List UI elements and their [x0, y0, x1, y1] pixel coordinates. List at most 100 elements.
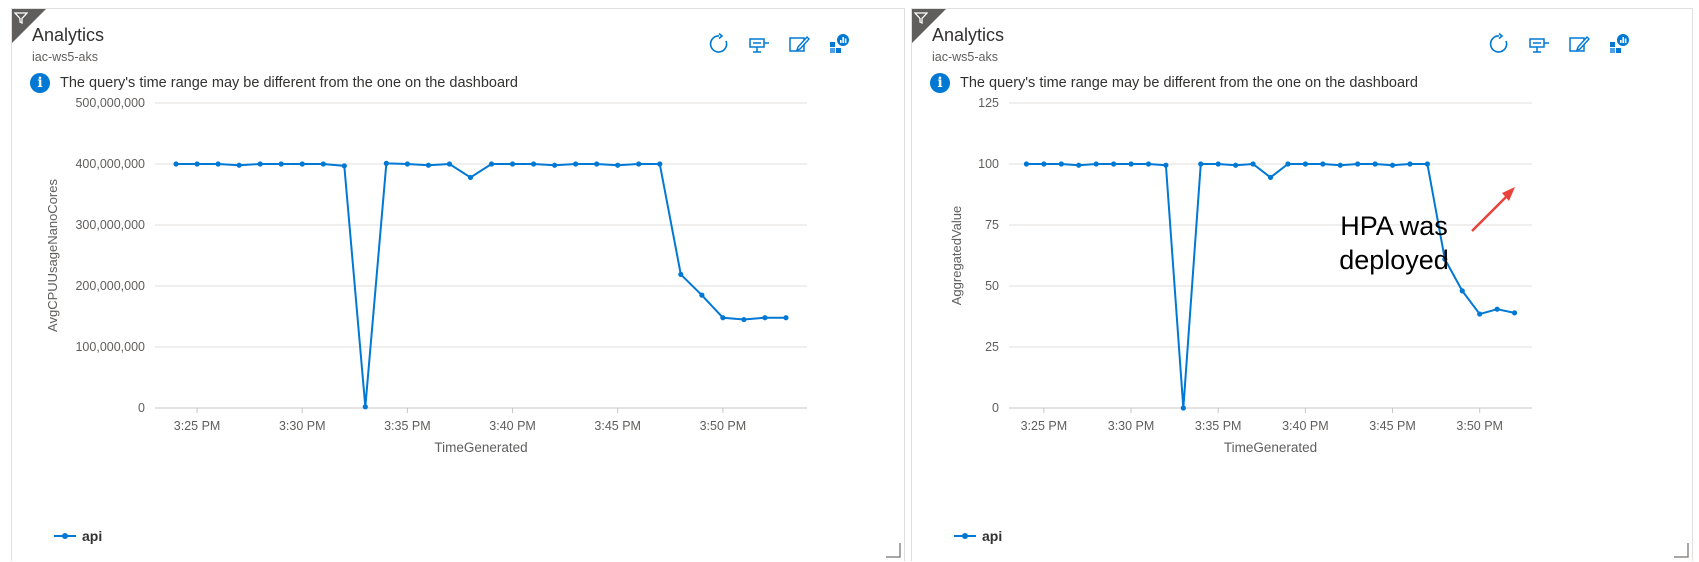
x-tick-label: 3:50 PM — [700, 419, 747, 433]
data-point — [1111, 161, 1117, 167]
y-tick-label: 200,000,000 — [75, 279, 145, 293]
data-point — [383, 160, 389, 166]
data-point — [1093, 161, 1099, 167]
analytics-tile-aggregated: Analytics iac-ws5-aks i The query's time… — [911, 8, 1693, 561]
data-point — [1355, 161, 1361, 167]
y-tick-label: 0 — [992, 401, 999, 415]
x-tick-label: 3:45 PM — [594, 419, 641, 433]
analytics-tile-cpu: Analytics iac-ws5-aks i The query's time… — [11, 8, 905, 561]
y-tick-label: 75 — [985, 218, 999, 232]
legend-label: api — [982, 528, 1003, 544]
y-tick-label: 300,000,000 — [75, 218, 145, 232]
data-point — [573, 161, 579, 167]
data-point — [1128, 161, 1134, 167]
data-point — [783, 315, 789, 321]
data-point — [657, 161, 663, 167]
data-point — [509, 161, 516, 167]
series-line-api — [176, 162, 786, 408]
data-point — [762, 315, 768, 321]
data-point — [1424, 161, 1430, 167]
chart-legend[interactable]: api — [954, 528, 1002, 544]
x-tick-label: 3:30 PM — [279, 419, 326, 433]
data-point — [1302, 161, 1308, 167]
legend-swatch — [954, 533, 976, 539]
data-point — [404, 161, 410, 167]
data-point — [1250, 161, 1256, 167]
y-tick-label: 0 — [138, 401, 145, 415]
annotation-text: HPA was — [1340, 211, 1448, 241]
data-point — [257, 161, 263, 167]
data-point — [467, 174, 474, 181]
data-point — [615, 162, 621, 168]
data-point — [1494, 306, 1500, 312]
data-point — [1320, 161, 1326, 167]
data-point — [1233, 162, 1239, 168]
data-point — [636, 161, 642, 167]
data-point — [1459, 288, 1465, 294]
x-axis-title: TimeGenerated — [1224, 440, 1317, 455]
y-axis-title: AvgCPUUsageNanoCores — [45, 179, 60, 332]
y-tick-label: 25 — [985, 340, 999, 354]
y-tick-label: 500,000,000 — [75, 96, 145, 110]
data-point — [699, 292, 705, 298]
x-tick-label: 3:45 PM — [1369, 419, 1416, 433]
data-point — [1076, 162, 1082, 168]
data-point — [1145, 161, 1152, 167]
data-point — [720, 315, 726, 321]
data-point — [320, 161, 326, 167]
x-tick-label: 3:50 PM — [1456, 419, 1503, 433]
aggregated-value-line-chart: 0 25 50 75 100 125 3:25 PM 3:30 PM 3:35 PM 3:40 P… — [949, 96, 1532, 455]
data-point — [236, 162, 242, 168]
cpu-usage-line-chart: 0 100,000,000 200,000,000 300,000,000 400,00… — [45, 96, 807, 455]
resize-handle[interactable] — [1673, 542, 1689, 558]
data-point — [173, 161, 179, 167]
data-point — [678, 271, 684, 278]
data-point — [488, 161, 495, 167]
legend-label: api — [82, 528, 103, 544]
x-tick-label: 3:35 PM — [384, 419, 431, 433]
data-point — [299, 161, 305, 167]
data-point — [278, 161, 284, 167]
data-point — [215, 161, 221, 167]
data-point — [194, 161, 200, 167]
data-point — [425, 162, 432, 168]
x-tick-label: 3:30 PM — [1108, 419, 1155, 433]
x-tick-label: 3:25 PM — [174, 419, 221, 433]
y-tick-label: 100 — [978, 157, 999, 171]
x-tick-label: 3:35 PM — [1195, 419, 1242, 433]
data-point — [1267, 174, 1274, 181]
data-point — [594, 161, 600, 167]
x-tick-label: 3:40 PM — [489, 419, 536, 433]
annotation-text: deployed — [1339, 245, 1449, 275]
data-point — [530, 161, 537, 167]
data-point — [1389, 162, 1396, 168]
y-tick-label: 400,000,000 — [75, 157, 145, 171]
data-point — [362, 404, 368, 410]
data-point — [1477, 311, 1483, 317]
data-point — [1041, 161, 1047, 167]
y-tick-label: 100,000,000 — [75, 340, 145, 354]
data-point — [1198, 161, 1204, 167]
data-point — [1337, 162, 1343, 168]
data-point — [1215, 161, 1221, 167]
data-point — [341, 163, 347, 169]
y-tick-label: 50 — [985, 279, 999, 293]
x-tick-label: 3:25 PM — [1021, 419, 1068, 433]
data-point — [1511, 310, 1518, 316]
x-tick-label: 3:40 PM — [1282, 419, 1329, 433]
data-point — [1285, 161, 1291, 167]
data-point — [1407, 161, 1413, 167]
y-tick-label: 125 — [978, 96, 999, 110]
data-point — [1372, 161, 1378, 167]
data-point — [446, 161, 453, 167]
data-point — [552, 162, 558, 168]
x-axis-title: TimeGenerated — [434, 440, 527, 455]
data-point — [1180, 405, 1186, 411]
data-point — [1023, 161, 1030, 167]
data-point — [1163, 162, 1169, 168]
legend-swatch — [54, 533, 76, 539]
y-axis-title: AggregatedValue — [949, 206, 964, 306]
data-point — [1058, 161, 1064, 167]
chart-legend[interactable]: api — [54, 528, 102, 544]
resize-handle[interactable] — [885, 542, 901, 558]
